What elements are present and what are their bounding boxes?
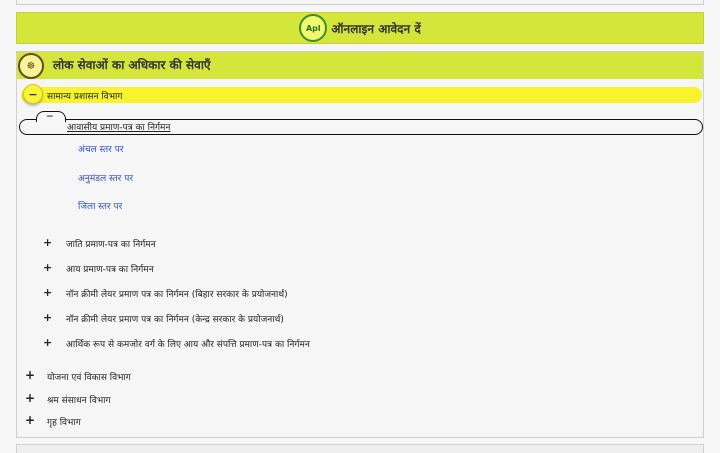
online-apply-bar[interactable]: Apl ऑनलाइन आवेदन दें — [16, 12, 704, 44]
department-label[interactable]: गृह विभाग — [47, 415, 81, 428]
service-label[interactable]: आर्थिक रूप से कमजोर वर्ग के लिए आय और सं… — [66, 337, 310, 350]
service-label[interactable]: आय प्रमाण-पत्र का निर्गमन — [66, 262, 154, 275]
department-label[interactable]: योजना एवं विकास विभाग — [47, 370, 131, 383]
collapse-icon[interactable]: − — [46, 112, 54, 122]
department-label[interactable]: श्रम संसाधन विभाग — [47, 393, 111, 406]
service-link[interactable]: आवासीय प्रमाण-पत्र का निर्गमन — [67, 120, 170, 133]
expand-icon[interactable]: + — [43, 311, 52, 324]
top-frame — [16, 0, 704, 5]
level-link-district[interactable]: जिला स्तर पर — [78, 199, 122, 212]
online-apply-logo-icon: Apl — [299, 14, 328, 42]
level-link-circle[interactable]: अंचल स्तर पर — [78, 142, 124, 155]
expand-icon[interactable]: + — [43, 261, 52, 274]
expand-icon[interactable]: + — [43, 236, 52, 249]
expand-icon[interactable]: + — [25, 413, 35, 427]
department-general-administration[interactable]: − सामान्य प्रशासन विभाग — [21, 84, 702, 104]
service-label[interactable]: नॉन क्रीमी लेयर प्रमाण पत्र का निर्गमन (… — [66, 312, 284, 325]
services-panel-title: लोक सेवाओं का अधिकार की सेवाएँ — [53, 58, 211, 72]
collapse-icon[interactable]: − — [23, 84, 43, 104]
expand-icon[interactable]: + — [43, 286, 52, 299]
expand-icon[interactable]: + — [25, 368, 35, 382]
online-apply-title[interactable]: ऑनलाइन आवेदन दें — [331, 20, 420, 37]
service-label[interactable]: जाति प्रमाण-पत्र का निर्गमन — [66, 237, 156, 250]
services-panel-header: ☸ लोक सेवाओं का अधिकार की सेवाएँ — [17, 52, 703, 79]
state-emblem-icon: ☸ — [18, 53, 44, 79]
department-label[interactable]: सामान्य प्रशासन विभाग — [47, 89, 122, 102]
next-panel-edge — [16, 444, 704, 453]
service-label[interactable]: नॉन क्रीमी लेयर प्रमाण पत्र का निर्गमन (… — [66, 287, 288, 300]
expand-icon[interactable]: + — [43, 336, 52, 349]
services-panel: ☸ लोक सेवाओं का अधिकार की सेवाएँ − सामान… — [16, 51, 704, 438]
service-residential-certificate[interactable]: − आवासीय प्रमाण-पत्र का निर्गमन — [19, 111, 703, 135]
level-link-subdivision[interactable]: अनुमंडल स्तर पर — [78, 171, 133, 184]
expand-icon[interactable]: + — [25, 391, 35, 405]
